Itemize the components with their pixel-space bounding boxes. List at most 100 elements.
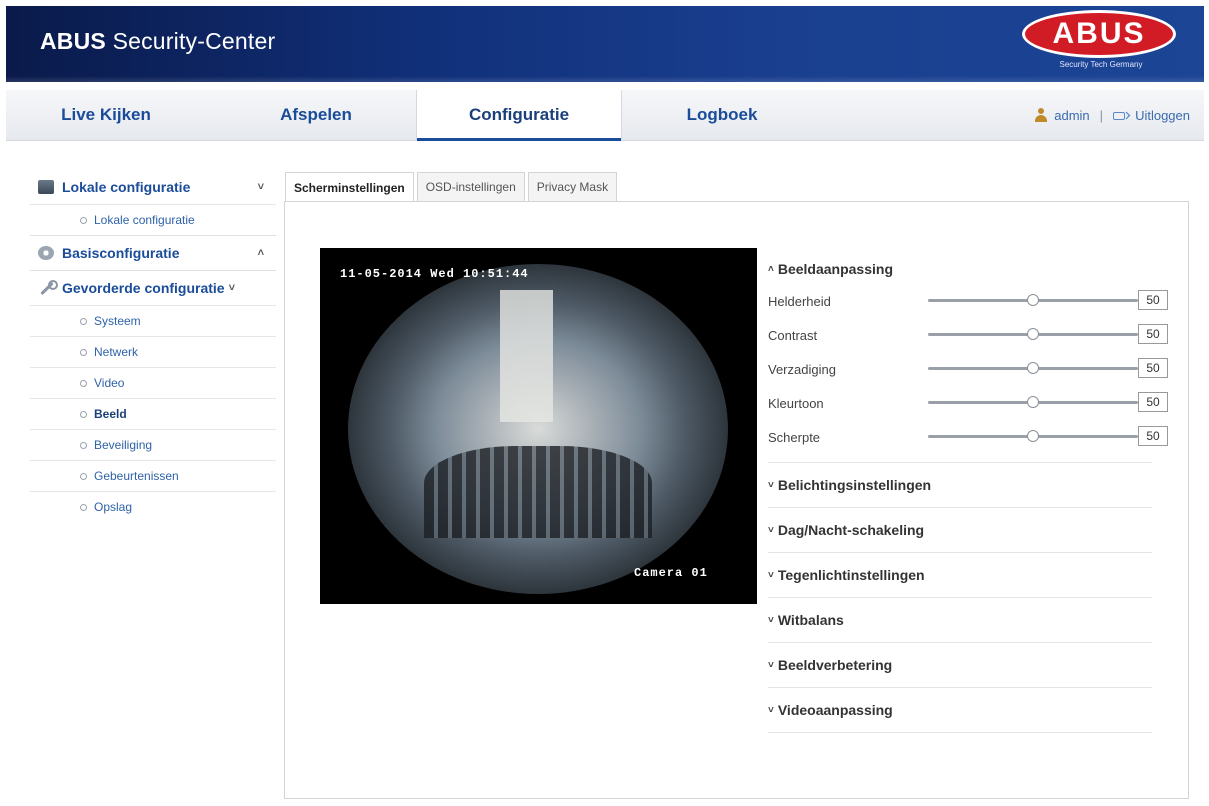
separator: | [1099,107,1104,123]
slider-handle[interactable] [1027,328,1039,340]
sidebar-item-gebeurtenissen[interactable]: Gebeurtenissen [30,460,276,491]
row-helderheid: Helderheid 50 [768,284,1168,318]
sidebar-item-netwerk[interactable]: Netwerk [30,336,276,367]
slider-handle[interactable] [1027,430,1039,442]
sidebar-item-opslag[interactable]: Opslag [30,491,276,522]
tab-afspelen[interactable]: Afspelen [216,90,416,140]
sidebar-section-basic[interactable]: Basisconfiguratie ˄ [30,235,276,270]
sidebar-item-video[interactable]: Video [30,367,276,398]
section-label: Witbalans [777,612,844,628]
config-tabs: Scherminstellingen OSD-instellingen Priv… [285,172,620,203]
bullet-icon [80,410,87,418]
chevron-down-icon: ˅ [768,524,774,536]
hue-value-input[interactable]: 50 [1138,392,1168,412]
section-label: Tegenlichtinstellingen [777,567,925,583]
chevron-up-icon: ˄ [768,263,774,275]
user-area: admin | Uitloggen [1034,90,1190,140]
bullet-icon [80,379,87,387]
brightness-slider[interactable] [928,294,1138,306]
app-title: ABUS Security-Center [40,28,276,54]
tab-scherminstellingen[interactable]: Scherminstellingen [285,172,414,203]
sidebar-item-lokale-configuratie[interactable]: Lokale configuratie [30,204,276,235]
hue-slider[interactable] [928,396,1138,408]
row-contrast: Contrast 50 [768,318,1168,352]
image-settings: ˄ Beeldaanpassing Helderheid 50 Contrast… [768,254,1172,733]
sidebar-item-label: Opslag [94,500,133,514]
sidebar-item-label: Beveiliging [94,438,153,452]
row-scherpte: Scherpte 50 [768,420,1168,454]
chevron-up-icon: ˄ [257,247,264,259]
sidebar-section-label: Gevorderde configuratie [62,280,225,296]
bullet-icon [80,503,87,511]
slider-label: Scherpte [768,429,821,445]
slider-label: Contrast [768,327,818,343]
bullet-icon [80,216,87,224]
row-verzadiging: Verzadiging 50 [768,352,1168,386]
slider-label: Helderheid [768,293,831,309]
sidebar-item-label: Lokale configuratie [94,213,195,227]
sidebar-section-local[interactable]: Lokale configuratie ˅ [30,170,276,204]
bullet-icon [80,472,87,480]
row-kleurtoon: Kleurtoon 50 [768,386,1168,420]
bullet-icon [80,348,87,356]
chevron-down-icon: ˅ [257,181,264,193]
section-videoaanpassing[interactable]: ˅ Videoaanpassing [768,688,1152,733]
sidebar-section-label: Basisconfiguratie [62,245,180,261]
osd-datetime: 11-05-2014 Wed 10:51:44 [340,267,529,281]
contrast-slider[interactable] [928,328,1138,340]
sidebar-item-label: Systeem [94,314,141,328]
slider-handle[interactable] [1027,396,1039,408]
contrast-value-input[interactable]: 50 [1138,324,1168,344]
saturation-value-input[interactable]: 50 [1138,358,1168,378]
bullet-icon [80,317,87,325]
chevron-down-icon: ˅ [228,282,236,294]
tab-logboek[interactable]: Logboek [622,90,822,140]
section-tegenlichtinstellingen[interactable]: ˅ Tegenlichtinstellingen [768,553,1152,598]
osd-camera-name: Camera 01 [634,566,708,580]
sidebar-section-advanced[interactable]: Gevorderde configuratie ˅ [30,270,276,305]
sidebar-item-label: Netwerk [94,345,139,359]
tab-osd-instellingen[interactable]: OSD-instellingen [416,172,525,201]
fisheye-image [348,264,728,594]
sidebar-item-systeem[interactable]: Systeem [30,305,276,336]
brightness-value-input[interactable]: 50 [1138,290,1168,310]
sidebar-item-beveiliging[interactable]: Beveiliging [30,429,276,460]
sharpness-value-input[interactable]: 50 [1138,426,1168,446]
chevron-down-icon: ˅ [768,659,774,671]
slider-label: Kleurtoon [768,395,824,411]
section-belichtingsinstellingen[interactable]: ˅ Belichtingsinstellingen [768,463,1152,508]
sidebar-item-label: Beeld [94,407,127,421]
slider-label: Verzadiging [768,361,836,377]
username[interactable]: admin [1054,108,1089,123]
sidebar-item-label: Gebeurtenissen [94,469,179,483]
logout-icon [1113,109,1129,121]
image-adjust-rows: Helderheid 50 Contrast 50 Verzadiging 50… [768,284,1168,463]
logout-link[interactable]: Uitloggen [1135,108,1190,123]
sidebar: Lokale configuratie ˅ Lokale configurati… [30,170,276,522]
bullet-icon [80,441,87,449]
gear-icon [38,246,54,260]
sharpness-slider[interactable] [928,430,1138,442]
section-label: Beeldaanpassing [777,261,893,277]
section-label: Videoaanpassing [777,702,893,718]
chevron-down-icon: ˅ [768,479,774,491]
tab-privacy-mask[interactable]: Privacy Mask [527,172,618,201]
section-label: Beeldverbetering [777,657,893,673]
abus-logo: ABUS Security Tech Germany [1022,10,1180,76]
sidebar-item-beeld[interactable]: Beeld [30,398,276,429]
slider-handle[interactable] [1027,362,1039,374]
video-preview: 11-05-2014 Wed 10:51:44 Camera 01 [320,248,757,604]
app-header: ABUS Security-Center ABUS Security Tech … [6,6,1204,82]
slider-handle[interactable] [1027,294,1039,306]
sidebar-section-label: Lokale configuratie [62,179,191,195]
section-label: Belichtingsinstellingen [777,477,932,493]
chevron-down-icon: ˅ [768,569,774,581]
section-beeldverbetering[interactable]: ˅ Beeldverbetering [768,643,1152,688]
wrench-icon [38,280,58,295]
tab-configuratie[interactable]: Configuratie [416,90,622,141]
tab-live-kijken[interactable]: Live Kijken [6,90,206,140]
section-witbalans[interactable]: ˅ Witbalans [768,598,1152,643]
saturation-slider[interactable] [928,362,1138,374]
section-beeldaanpassing[interactable]: ˄ Beeldaanpassing [768,254,1152,284]
section-dag-nacht-schakeling[interactable]: ˅ Dag/Nacht-schakeling [768,508,1152,553]
